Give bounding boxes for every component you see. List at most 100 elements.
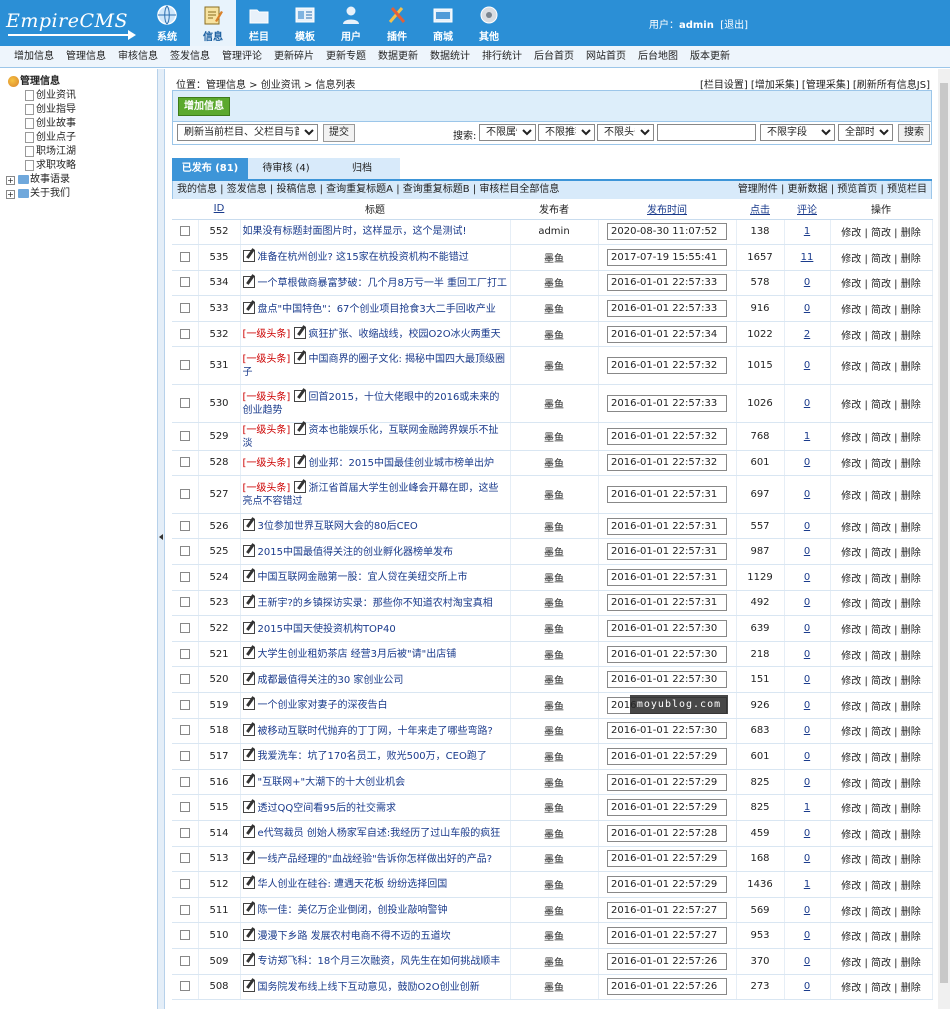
attr-filter-select[interactable]: 不限属性 <box>479 124 536 141</box>
row-time-input[interactable]: 2016-01-01 22:57:32 <box>607 427 727 445</box>
edit-note-icon[interactable] <box>242 877 255 890</box>
row-ops[interactable]: 修改 | 简改 | 删除 <box>830 974 933 1001</box>
search-input[interactable] <box>657 124 756 141</box>
edit-note-icon[interactable] <box>293 352 306 365</box>
row-ops[interactable]: 修改 | 简改 | 删除 <box>830 948 933 975</box>
row-comments-link[interactable]: 0 <box>804 277 810 288</box>
edit-note-icon[interactable] <box>242 851 255 864</box>
submenu-update-fragments[interactable]: 更新碎片 <box>274 46 314 67</box>
nav-info[interactable]: 信息 <box>190 0 236 46</box>
row-checkbox[interactable] <box>179 878 190 889</box>
row-time-input[interactable]: 2016-01-01 22:57:28 <box>607 824 727 842</box>
quick-links-right[interactable]: 管理附件 | 更新数据 | 预览首页 | 预览栏目 <box>738 181 927 199</box>
row-comments-link[interactable]: 0 <box>804 725 810 736</box>
add-info-button[interactable]: 增加信息 <box>178 97 230 116</box>
tab-pending[interactable]: 待审核 (4) <box>248 158 324 179</box>
row-ops[interactable]: 修改 | 简改 | 删除 <box>830 321 933 348</box>
row-ops[interactable]: 修改 | 简改 | 删除 <box>830 475 933 514</box>
row-comments-link[interactable]: 1 <box>804 431 810 442</box>
tree-folder[interactable]: + 故事语录 <box>6 173 157 187</box>
row-checkbox[interactable] <box>179 930 190 941</box>
row-ops[interactable]: 修改 | 简改 | 删除 <box>830 295 933 322</box>
row-title-link[interactable]: 专访郑飞科：18个月三次融资，风先生在如何挑战顺丰 <box>258 956 501 967</box>
edit-note-icon[interactable] <box>242 621 255 634</box>
edit-note-icon[interactable] <box>242 723 255 736</box>
row-checkbox[interactable] <box>179 360 190 371</box>
row-title-link[interactable]: 华人创业在硅谷: 遭遇天花板 纷纷选择回国 <box>258 879 448 890</box>
tree-item[interactable]: 职场江湖 <box>6 145 157 159</box>
row-title-link[interactable]: 一个创业家对妻子的深夜告白 <box>258 700 388 711</box>
edit-note-icon[interactable] <box>293 389 306 402</box>
row-ops[interactable]: 修改 | 简改 | 删除 <box>830 641 933 668</box>
edit-note-icon[interactable] <box>242 544 255 557</box>
edit-note-icon[interactable] <box>242 519 255 532</box>
row-comments-link[interactable]: 0 <box>804 853 810 864</box>
row-comments-link[interactable]: 0 <box>804 623 810 634</box>
row-ops[interactable]: 修改 | 简改 | 删除 <box>830 450 933 477</box>
row-title-link[interactable]: 创业邦：2015中国最佳创业城市榜单出炉 <box>309 458 494 469</box>
edit-note-icon[interactable] <box>242 250 255 263</box>
search-button[interactable]: 搜索 <box>898 124 930 142</box>
row-comments-link[interactable]: 0 <box>804 751 810 762</box>
row-ops[interactable]: 修改 | 简改 | 删除 <box>830 718 933 745</box>
recommend-filter-select[interactable]: 不限推荐 <box>538 124 595 141</box>
row-comments-link[interactable]: 11 <box>801 252 814 263</box>
row-checkbox[interactable] <box>179 303 190 314</box>
row-title-link[interactable]: 2015中国天使投资机构TOP40 <box>258 624 396 635</box>
row-time-input[interactable]: 2016-01-01 22:57:26 <box>607 952 727 970</box>
nav-user[interactable]: 用户 <box>328 0 374 46</box>
row-title-link[interactable]: 成都最值得关注的30 家创业公司 <box>258 675 404 686</box>
row-time-input[interactable]: 2016-01-01 22:57:29 <box>607 799 727 817</box>
expand-plus-icon[interactable]: + <box>6 176 15 185</box>
row-ops[interactable]: 修改 | 简改 | 删除 <box>830 513 933 540</box>
row-title-link[interactable]: 疯狂扩张、收缩战线，校园O2O冰火两重天 <box>309 329 501 340</box>
submenu-data-update[interactable]: 数据更新 <box>378 46 418 67</box>
row-comments-link[interactable]: 0 <box>804 930 810 941</box>
submenu-add-info[interactable]: 增加信息 <box>14 46 54 67</box>
row-title-link[interactable]: 准备在杭州创业? 这15家在杭投资机构不能错过 <box>258 252 469 263</box>
row-comments-link[interactable]: 0 <box>804 457 810 468</box>
row-time-input[interactable]: 2016-01-01 22:57:26 <box>607 978 727 996</box>
tree-item[interactable]: 创业故事 <box>6 117 157 131</box>
row-checkbox[interactable] <box>179 328 190 339</box>
row-ops[interactable]: 修改 | 简改 | 删除 <box>830 384 933 423</box>
edit-note-icon[interactable] <box>293 481 306 494</box>
row-ops[interactable]: 修改 | 简改 | 删除 <box>830 219 933 246</box>
row-title-link[interactable]: 中国互联网金融第一股：宜人贷在美纽交所上市 <box>258 572 468 583</box>
row-checkbox[interactable] <box>179 226 190 237</box>
row-comments-link[interactable]: 0 <box>804 674 810 685</box>
tab-archive[interactable]: 归档 <box>324 158 400 179</box>
edit-note-icon[interactable] <box>242 954 255 967</box>
row-checkbox[interactable] <box>179 955 190 966</box>
edit-note-icon[interactable] <box>293 422 306 435</box>
row-comments-link[interactable]: 0 <box>804 828 810 839</box>
header-time[interactable]: 发布时间 <box>598 199 736 220</box>
row-checkbox[interactable] <box>179 750 190 761</box>
edit-note-icon[interactable] <box>293 327 306 340</box>
row-checkbox[interactable] <box>179 489 190 500</box>
tree-folder[interactable]: + 关于我们 <box>6 187 157 201</box>
row-time-input[interactable]: 2016-01-01 22:57:31 <box>607 543 727 561</box>
submenu-review-info[interactable]: 审核信息 <box>118 46 158 67</box>
edit-note-icon[interactable] <box>293 455 306 468</box>
edit-note-icon[interactable] <box>242 275 255 288</box>
edit-note-icon[interactable] <box>242 903 255 916</box>
row-title-link[interactable]: 一线产品经理的"血战经验"告诉你怎样做出好的产品? <box>258 854 493 865</box>
row-ops[interactable]: 修改 | 简改 | 删除 <box>830 244 933 271</box>
row-time-input[interactable]: 2017-07-19 15:55:41 <box>607 248 727 266</box>
row-comments-link[interactable]: 0 <box>804 572 810 583</box>
edit-note-icon[interactable] <box>242 749 255 762</box>
row-comments-link[interactable]: 0 <box>804 981 810 992</box>
row-time-input[interactable]: 2016-01-01 22:57:32 <box>607 357 727 375</box>
row-checkbox[interactable] <box>179 623 190 634</box>
row-title-link[interactable]: 我爱洗车：坑了170名员工，败光500万，CEO跑了 <box>258 751 487 762</box>
row-time-input[interactable]: 2016-01-01 22:57:34 <box>607 325 727 343</box>
row-title-link[interactable]: e代驾裁员 创始人杨家军自述:我经历了过山车般的疯狂 <box>258 828 501 839</box>
edit-note-icon[interactable] <box>242 979 255 992</box>
edit-note-icon[interactable] <box>242 595 255 608</box>
row-comments-link[interactable]: 1 <box>804 802 810 813</box>
row-time-input[interactable]: 2016-01-01 22:57:27 <box>607 927 727 945</box>
nav-column[interactable]: 栏目 <box>236 0 282 46</box>
edit-note-icon[interactable] <box>242 928 255 941</box>
tab-published[interactable]: 已发布 (81) <box>172 158 248 179</box>
